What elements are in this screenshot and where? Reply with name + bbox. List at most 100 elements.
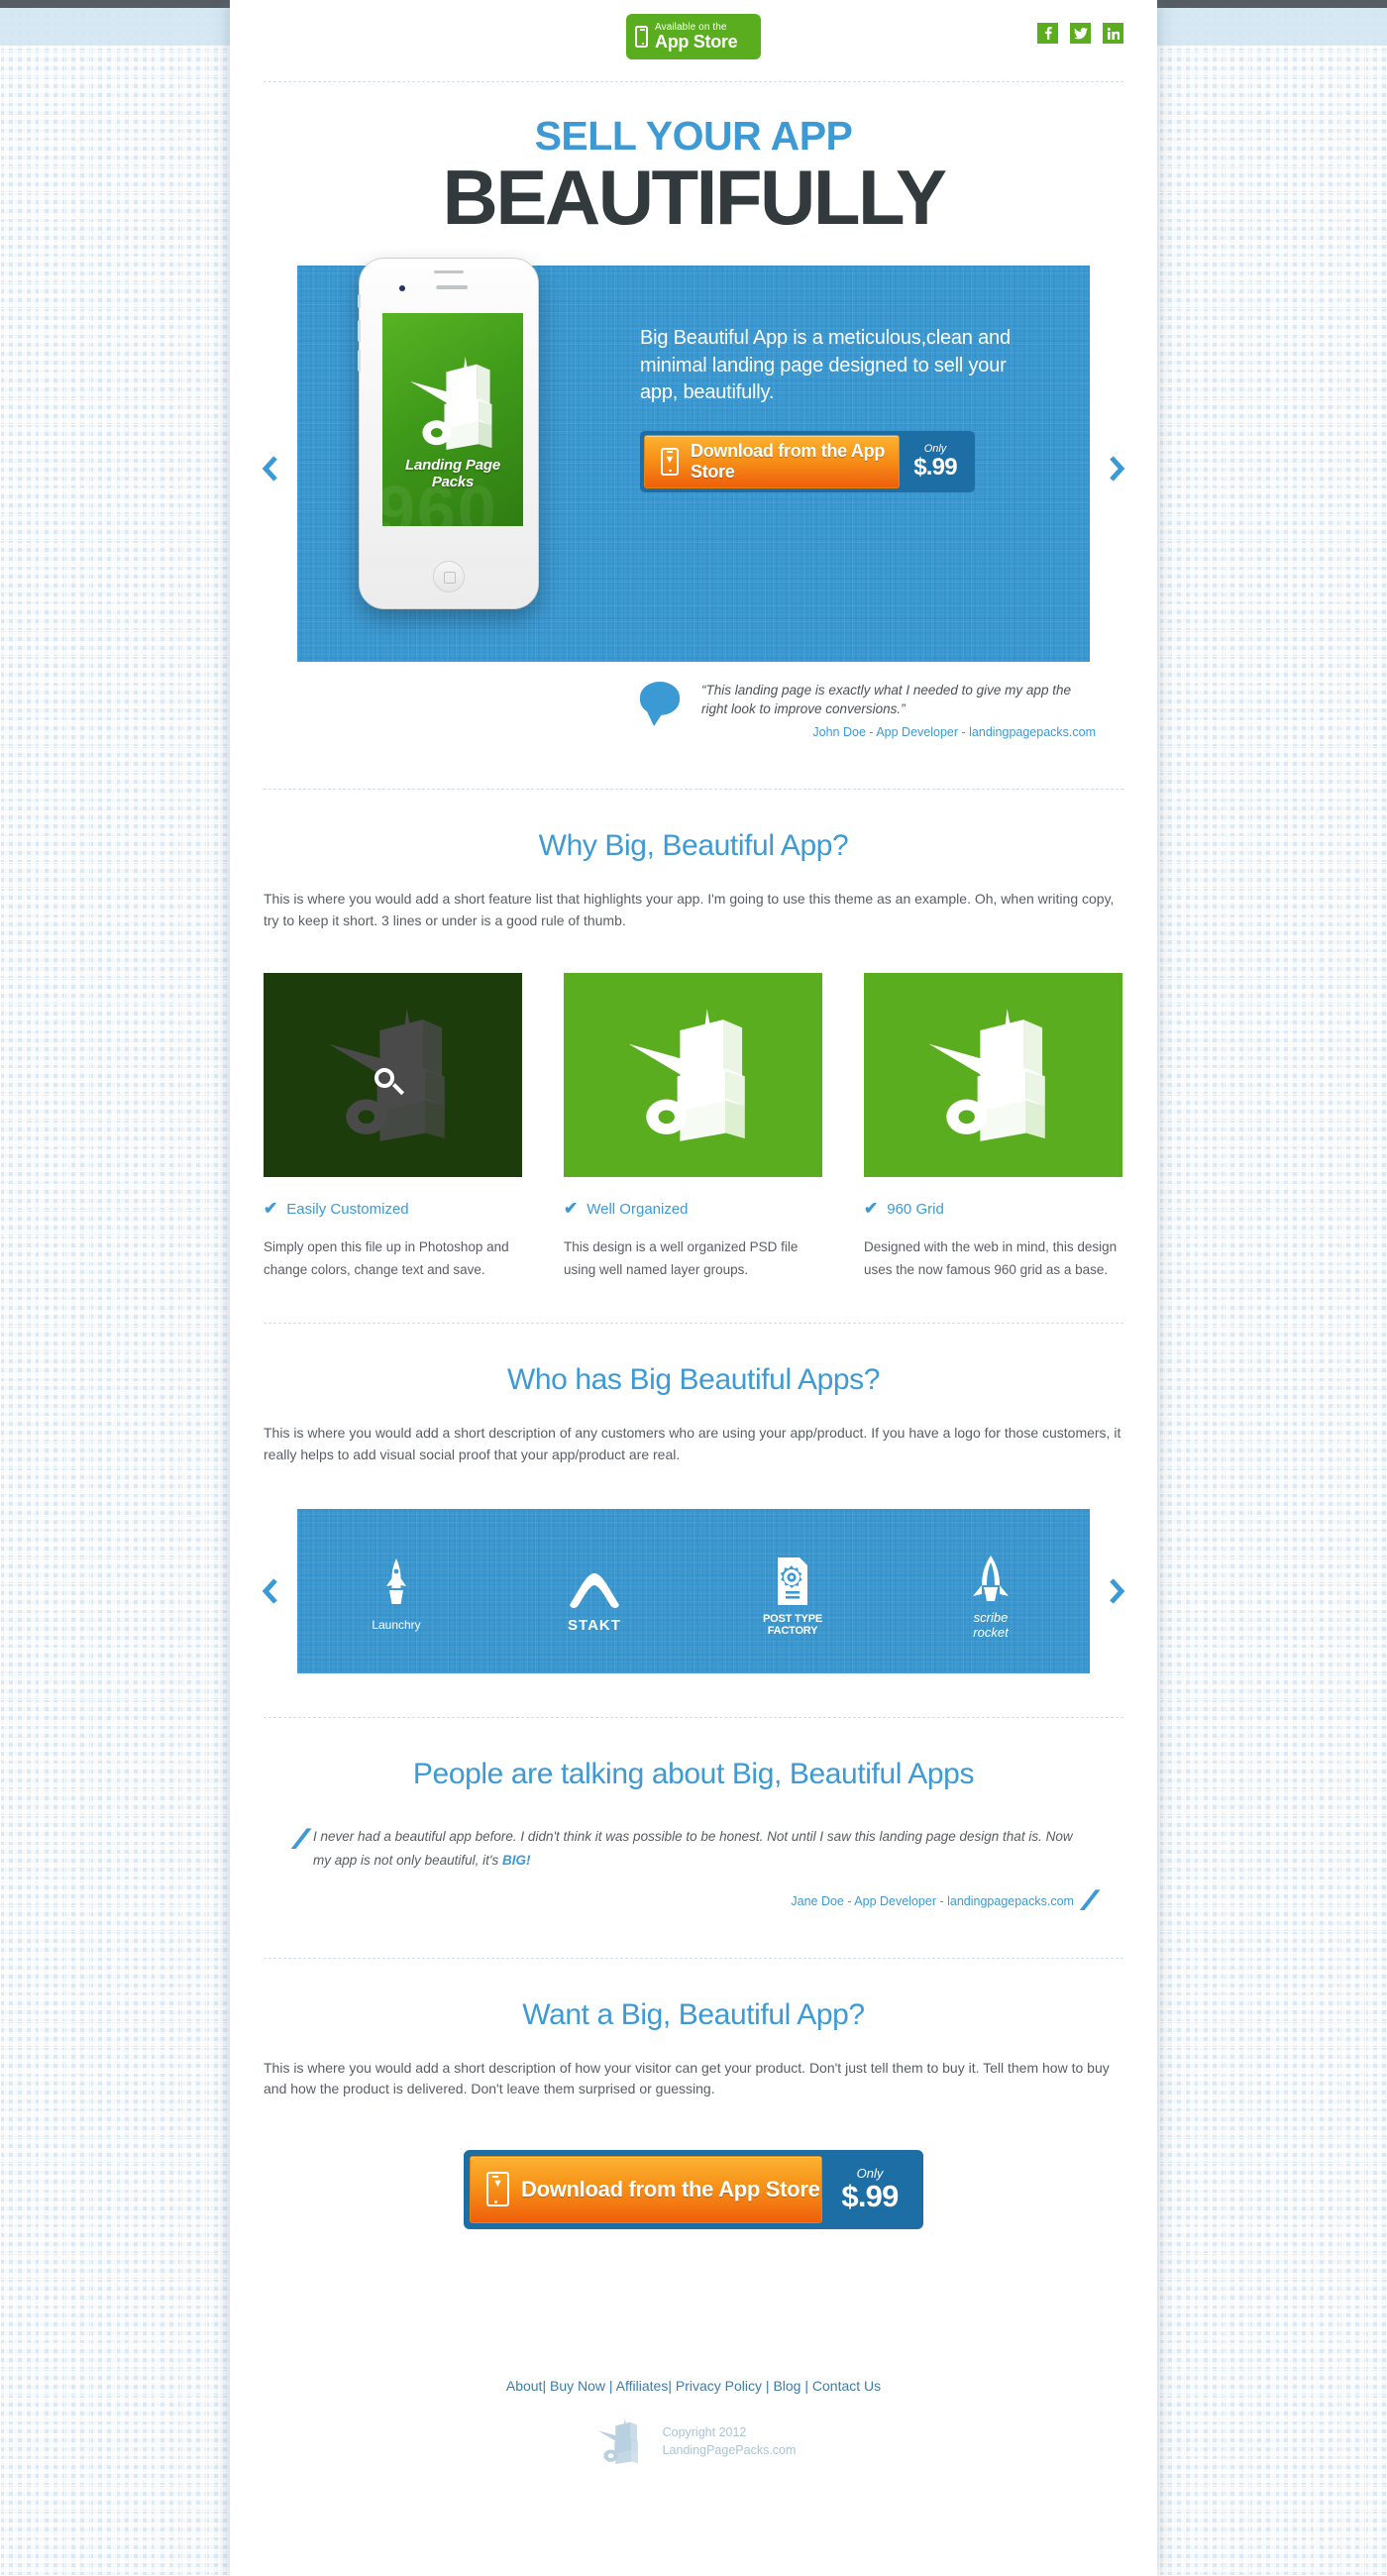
- phone-home-button[interactable]: [433, 561, 465, 592]
- footer-link-privacy-policy[interactable]: Privacy Policy: [676, 2378, 762, 2394]
- client-item[interactable]: Launchry: [297, 1551, 495, 1632]
- copyright-line-2: LandingPagePacks.com: [662, 2442, 797, 2457]
- feature-heading: ✔ Easily Customized: [264, 1199, 522, 1219]
- feature-heading: ✔ 960 Grid: [864, 1199, 1122, 1219]
- client-item[interactable]: STAKT: [495, 1550, 694, 1634]
- footer-link-blog[interactable]: Blog: [773, 2378, 800, 2394]
- clients-next-arrow[interactable]: [1104, 1574, 1129, 1608]
- site-footer: About| Buy Now | Affiliates| Privacy Pol…: [264, 2378, 1123, 2495]
- feature-thumb-1[interactable]: [264, 973, 522, 1178]
- feature-heading-label: 960 Grid: [887, 1200, 944, 1218]
- magnifier-icon: [374, 1068, 394, 1089]
- phone-download-icon: ▼: [661, 447, 679, 476]
- footer-link-contact-us[interactable]: Contact Us: [812, 2378, 881, 2394]
- hero-testimonial: “This landing page is exactly what I nee…: [640, 682, 1096, 739]
- final-download-cta[interactable]: ▼ Download from the App Store Only $.99: [464, 2149, 923, 2229]
- hero-download-cta[interactable]: ▼ Download from the App Store Only $.99: [640, 430, 975, 492]
- footer-links: About| Buy Now | Affiliates| Privacy Pol…: [264, 2378, 1123, 2394]
- want-section: Want a Big, Beautiful App? This is where…: [264, 1959, 1123, 2229]
- cart-logo-icon: [928, 1009, 1045, 1142]
- social-links: [1037, 23, 1123, 44]
- client-item[interactable]: scribe rocket: [892, 1543, 1090, 1640]
- phone-screen: 960 Landing Page Packs: [382, 313, 523, 526]
- hero-description: Big Beautiful App is a meticulous,clean …: [640, 327, 1011, 404]
- mute-switch: [358, 294, 361, 308]
- site-header: Available on the App Store: [264, 0, 1123, 81]
- footer-sep: |: [804, 2377, 808, 2394]
- rocket-icon: [383, 1551, 409, 1612]
- final-cta-label: Download from the App Store: [521, 2176, 820, 2201]
- phone-camera: [399, 285, 405, 291]
- hero-heading: SELL YOUR APP BEAUTIFULLY: [264, 82, 1123, 241]
- talking-title: People are talking about Big, Beautiful …: [412, 1758, 975, 1791]
- client-name: POST TYPE FACTORY: [763, 1613, 822, 1637]
- feature-heading-label: Well Organized: [587, 1200, 689, 1218]
- feature-body: Designed with the web in mind, this desi…: [864, 1239, 1118, 1277]
- feature-item: ✔ 960 Grid Designed with the web in mind…: [864, 973, 1122, 1281]
- check-icon: ✔: [264, 1199, 278, 1219]
- feature-body: Simply open this file up in Photoshop an…: [264, 1239, 509, 1277]
- feature-heading: ✔ Well Organized: [564, 1199, 822, 1219]
- final-price-amount: $.99: [841, 2179, 899, 2214]
- feature-thumb-3[interactable]: [864, 973, 1122, 1178]
- who-section: Who has Big Beautiful Apps? This is wher…: [263, 1324, 1124, 1674]
- footer-brand: Copyright 2012 LandingPagePacks.com: [264, 2415, 1123, 2467]
- feature-heading-label: Easily Customized: [286, 1200, 409, 1218]
- hero-line-2: BEAUTIFULLY: [442, 154, 947, 241]
- copyright: Copyright 2012 LandingPagePacks.com: [663, 2423, 797, 2459]
- why-section: Why Big, Beautiful App? This is where yo…: [264, 790, 1123, 1281]
- features-list: ✔ Easily Customized Simply open this fil…: [264, 973, 1123, 1281]
- why-subtitle: This is where you would add a short feat…: [264, 891, 1115, 928]
- feature-thumb-2[interactable]: [564, 973, 822, 1178]
- hero-price-amount: $.99: [913, 453, 957, 481]
- final-download-button[interactable]: ▼ Download from the App Store: [470, 2155, 822, 2223]
- speech-bubble-icon: [640, 682, 680, 726]
- gear-document-icon: [775, 1546, 810, 1607]
- testimonial-highlight: BIG!: [501, 1852, 531, 1868]
- hero-copy: Big Beautiful App is a meticulous,clean …: [640, 325, 1026, 492]
- client-name: Launchry: [372, 1618, 421, 1633]
- screen-caption: Landing Page Packs: [405, 457, 500, 490]
- hero-price-tag: Only $.99: [900, 435, 971, 488]
- carousel-prev-arrow[interactable]: [258, 452, 283, 485]
- iphone-mockup: 960 Landing Page Packs: [358, 258, 539, 609]
- feature-item: ✔ Well Organized This design is a well o…: [564, 973, 822, 1281]
- phone-icon: [635, 26, 648, 48]
- phone-download-icon: ▼: [486, 2172, 509, 2207]
- hero-download-button[interactable]: ▼ Download from the App Store: [644, 434, 900, 488]
- want-subtitle: This is where you would add a short desc…: [264, 2059, 1110, 2097]
- copyright-line-1: Copyright 2012: [662, 2424, 747, 2439]
- open-quote-icon: ∕∕: [297, 1823, 304, 1857]
- phone-speaker: [434, 270, 464, 273]
- carousel-next-arrow[interactable]: [1104, 452, 1129, 485]
- client-item[interactable]: POST TYPE FACTORY: [694, 1546, 892, 1637]
- facebook-icon[interactable]: [1037, 23, 1058, 44]
- footer-sep: |: [765, 2377, 770, 2394]
- why-title: Why Big, Beautiful App?: [538, 829, 849, 862]
- footer-sep: |: [668, 2377, 672, 2394]
- hero-cta-label: Download from the App Store: [691, 440, 886, 482]
- hero-carousel: 960 Landing Page Packs Big Beautiful App…: [263, 258, 1124, 739]
- check-icon: ✔: [564, 1199, 579, 1219]
- footer-link-buy-now[interactable]: Buy Now: [550, 2378, 605, 2394]
- twitter-icon[interactable]: [1070, 23, 1091, 44]
- volume-button-down: [358, 350, 361, 372]
- clients-carousel: Launchry STAKT POST TYPE FACTORY scribe …: [263, 1509, 1124, 1674]
- linkedin-icon[interactable]: [1103, 23, 1123, 44]
- testimonial-text-main: I never had a beautiful app before. I di…: [313, 1829, 1073, 1868]
- cart-logo-icon: [409, 356, 492, 451]
- check-icon: ✔: [864, 1199, 879, 1219]
- want-title: Want a Big, Beautiful App?: [522, 1997, 865, 2031]
- who-title: Who has Big Beautiful Apps?: [506, 1362, 881, 1396]
- main-testimonial: ∕∕ I never had a beautiful app before. I…: [264, 1825, 1123, 1915]
- clients-prev-arrow[interactable]: [258, 1574, 283, 1608]
- app-store-badge[interactable]: Available on the App Store: [626, 14, 761, 59]
- footer-sep: |: [608, 2377, 613, 2394]
- feature-item: ✔ Easily Customized Simply open this fil…: [264, 973, 522, 1281]
- chevron-logo-icon: [568, 1550, 621, 1611]
- clients-band: Launchry STAKT POST TYPE FACTORY scribe …: [297, 1509, 1090, 1674]
- footer-link-affiliates[interactable]: Affiliates: [616, 2378, 669, 2394]
- hero-quote-text: “This landing page is exactly what I nee…: [701, 683, 1071, 716]
- who-subtitle: This is where you would add a short desc…: [264, 1424, 1121, 1462]
- footer-link-about[interactable]: About: [506, 2378, 543, 2394]
